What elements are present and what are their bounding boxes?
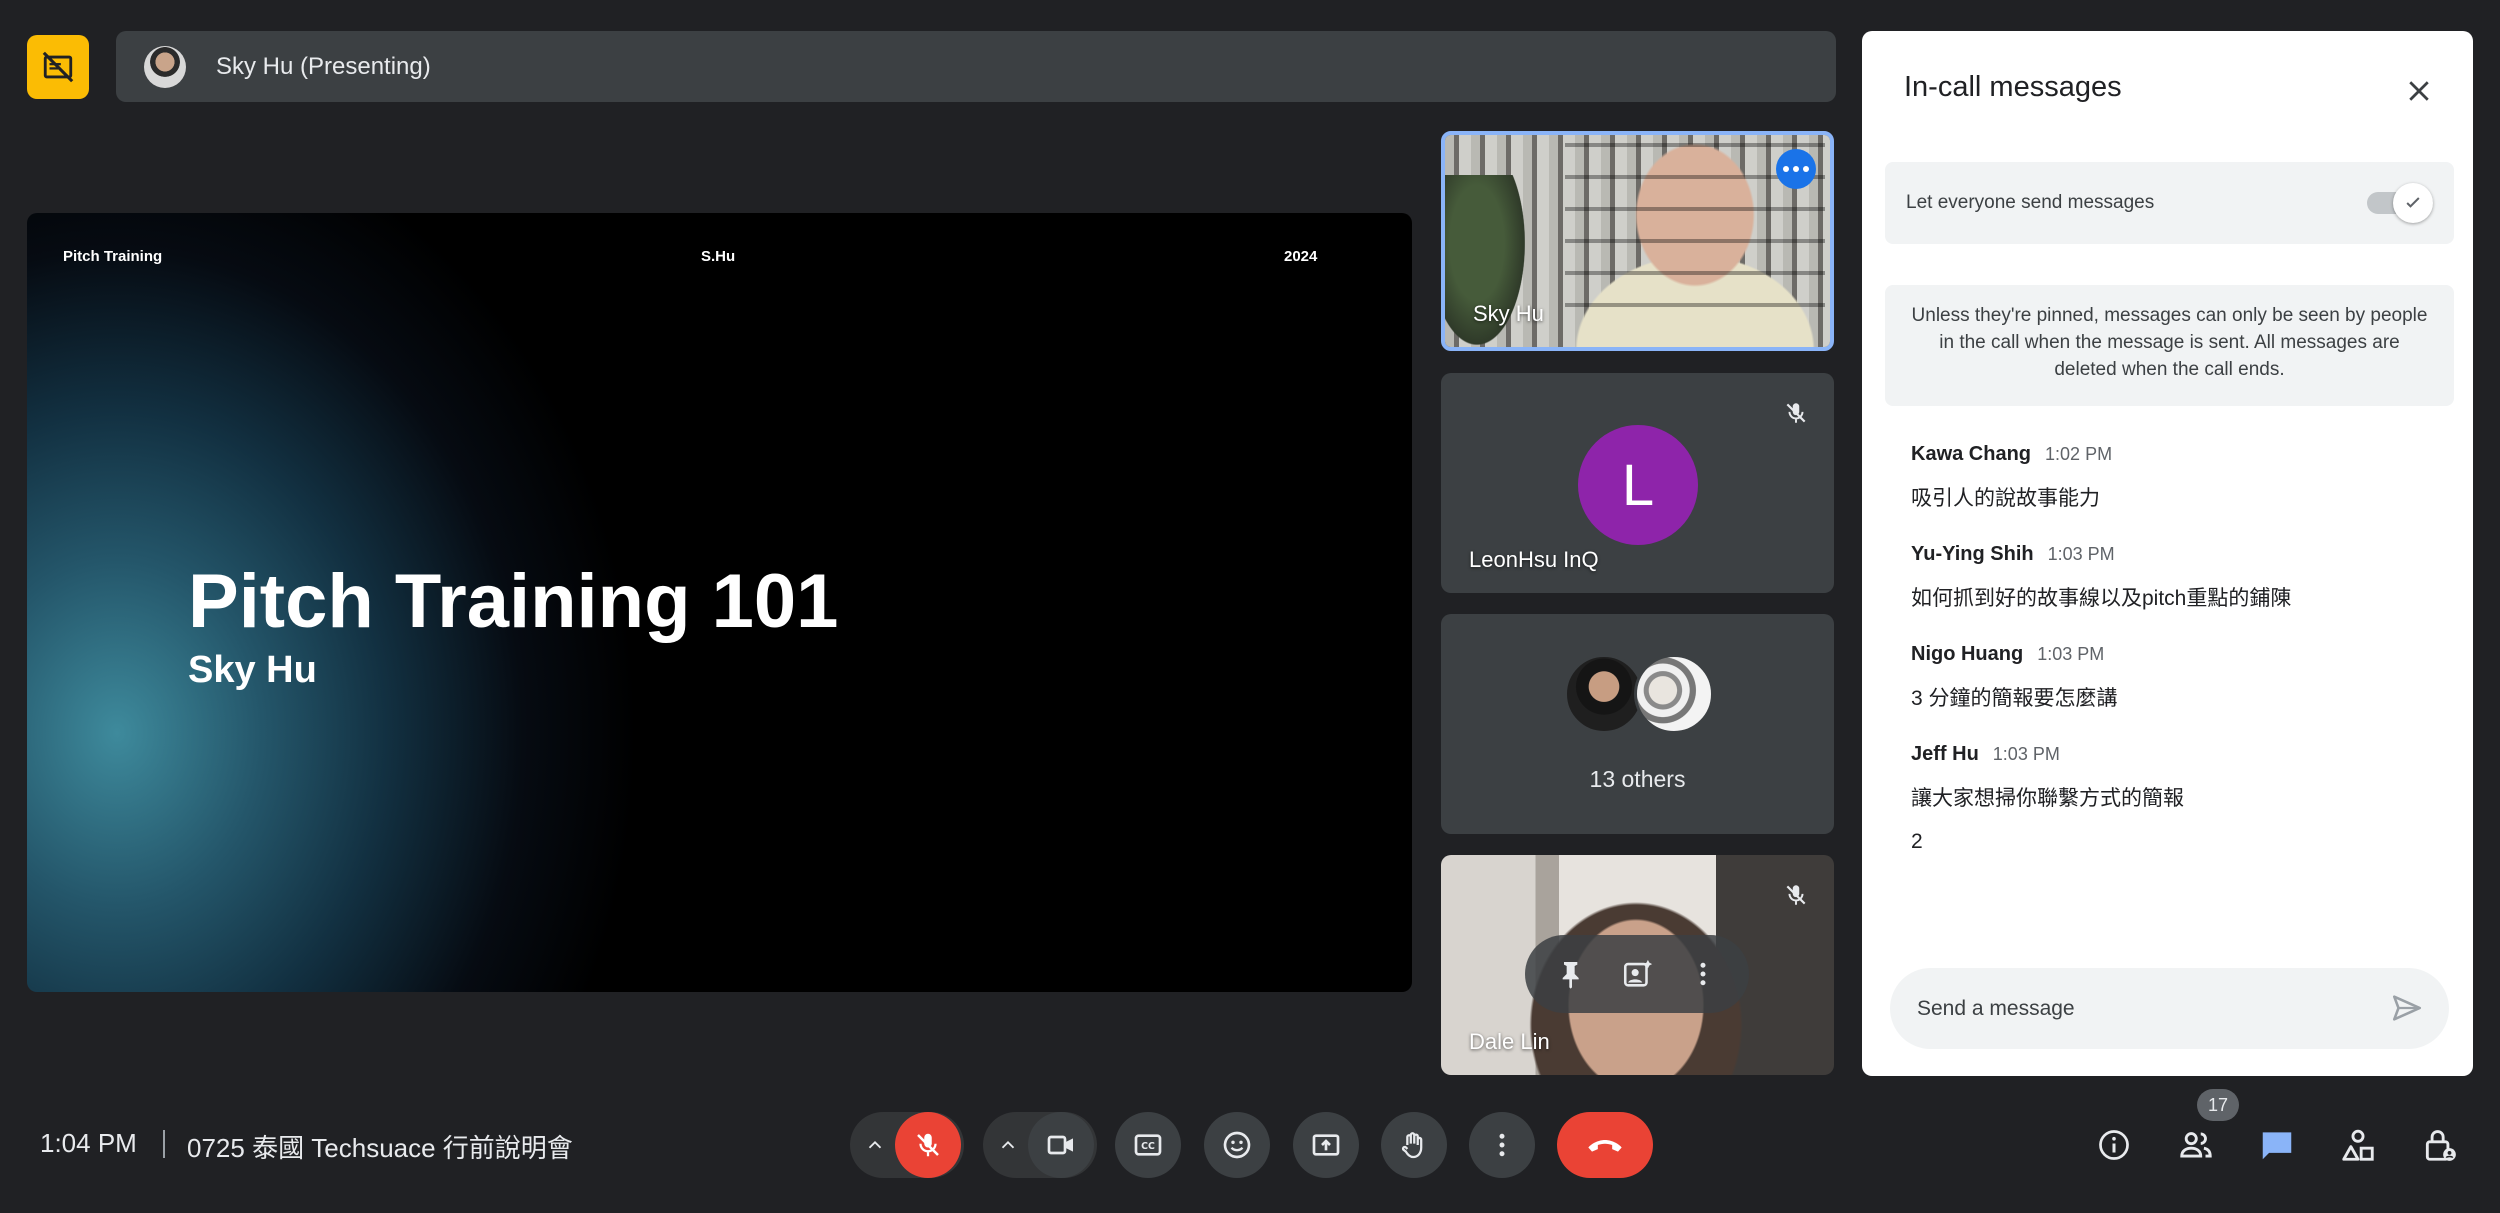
mic-off-icon xyxy=(1778,877,1814,913)
message-sender: Yu-Ying Shih xyxy=(1911,543,2034,565)
others-count-label: 13 others xyxy=(1589,766,1686,792)
chevron-up-icon xyxy=(868,1140,882,1149)
pin-icon[interactable] xyxy=(1556,958,1588,990)
chat-message: Jeff Hu 1:03 PM 讓大家想掃你聯繫方式的簡報 2 xyxy=(1911,743,2431,854)
message-composer xyxy=(1890,968,2449,1049)
participant-name: LeonHsu InQ xyxy=(1469,547,1599,572)
send-button[interactable] xyxy=(2387,988,2427,1028)
send-icon xyxy=(2392,995,2422,1021)
stop-presenting-button[interactable] xyxy=(27,35,89,99)
chat-message: Nigo Huang 1:03 PM 3 分鐘的簡報要怎麼講 xyxy=(1911,643,2431,712)
activities-button[interactable] xyxy=(2330,1117,2386,1173)
raise-hand-icon xyxy=(1401,1132,1423,1159)
chat-notice: Unless they're pinned, messages can only… xyxy=(1885,285,2454,406)
message-text: 如何抓到好的故事線以及pitch重點的鋪陳 xyxy=(1911,587,2292,610)
people-icon xyxy=(2180,1132,2212,1158)
svg-text:CC: CC xyxy=(1141,1141,1155,1152)
slide-title: Pitch Training 101 xyxy=(188,559,839,644)
others-avatars xyxy=(1564,654,1714,734)
end-call-icon xyxy=(1588,1140,1622,1152)
participant-tile-leonhsu[interactable]: L LeonHsu InQ xyxy=(1441,373,1834,593)
camera-options-button[interactable] xyxy=(987,1112,1029,1178)
camera-icon xyxy=(1047,1135,1073,1155)
info-icon xyxy=(2099,1130,2129,1160)
leave-call-button[interactable] xyxy=(1557,1112,1653,1178)
chat-panel: In-call messages Let everyone send messa… xyxy=(1862,31,2473,1076)
more-options-button[interactable] xyxy=(1776,149,1816,189)
slide-header-left: Pitch Training xyxy=(63,248,163,265)
message-text: 2 xyxy=(1911,830,1923,853)
avatar: L xyxy=(1578,425,1698,545)
present-icon xyxy=(1312,1134,1340,1156)
check-icon xyxy=(2406,197,2420,208)
present-stop-icon xyxy=(42,51,74,83)
people-button[interactable] xyxy=(2168,1117,2224,1173)
message-time: 1:03 PM xyxy=(2047,544,2115,564)
slide-header-right: 2024 xyxy=(1284,248,1318,265)
chevron-up-icon xyxy=(1001,1140,1015,1149)
more-options-button[interactable] xyxy=(1469,1112,1535,1178)
close-icon xyxy=(2409,81,2429,101)
toggle-knob xyxy=(2393,183,2433,223)
panel-title: In-call messages xyxy=(1904,71,2122,103)
message-time: 1:03 PM xyxy=(1992,744,2060,764)
participant-tile-sky-hu[interactable]: Sky Hu xyxy=(1441,131,1834,351)
chat-message: Kawa Chang 1:02 PM 吸引人的說故事能力 xyxy=(1911,443,2431,512)
meeting-title: 0725 泰國 Techsuace 行前說明會 xyxy=(187,1133,573,1163)
more-options-icon xyxy=(1783,166,1789,172)
mic-off-icon xyxy=(1778,395,1814,431)
let-everyone-send-toggle[interactable] xyxy=(2367,183,2433,223)
emoji-icon xyxy=(1223,1131,1251,1159)
message-sender: Jeff Hu xyxy=(1911,743,1979,765)
microphone-button[interactable] xyxy=(895,1112,961,1178)
avatar xyxy=(144,45,186,88)
divider xyxy=(163,1130,165,1158)
dot xyxy=(1793,166,1799,172)
host-controls-icon xyxy=(2425,1130,2456,1161)
message-time: 1:02 PM xyxy=(2045,444,2113,464)
close-button[interactable] xyxy=(2395,67,2443,115)
slide-header-center: S.Hu xyxy=(701,248,736,265)
message-text: 3 分鐘的簡報要怎麼講 xyxy=(1911,687,2118,710)
more-options-icon[interactable] xyxy=(1688,959,1718,989)
present-now-button[interactable] xyxy=(1293,1112,1359,1178)
clock: 1:04 PM xyxy=(40,1128,137,1158)
message-text: 讓大家想掃你聯繫方式的簡報 xyxy=(1911,787,2184,810)
participant-tile-dale-lin[interactable]: Dale Lin xyxy=(1441,855,1834,1075)
message-sender: Nigo Huang xyxy=(1911,643,2024,665)
dot xyxy=(1803,166,1809,172)
raise-hand-button[interactable] xyxy=(1381,1112,1447,1178)
mic-off-icon xyxy=(917,1133,939,1157)
captions-icon: CC xyxy=(1134,1134,1162,1156)
presenter-bar: Sky Hu (Presenting) xyxy=(116,31,1836,102)
chat-icon xyxy=(2262,1132,2292,1160)
mic-options-button[interactable] xyxy=(854,1112,896,1178)
avatar xyxy=(1634,654,1714,734)
host-controls-button[interactable] xyxy=(2412,1117,2468,1173)
slide-subtitle: Sky Hu xyxy=(188,649,317,691)
message-time: 1:03 PM xyxy=(2037,644,2105,664)
activities-icon xyxy=(2342,1129,2374,1161)
avatar xyxy=(1564,654,1644,734)
more-options-icon xyxy=(1499,1133,1505,1157)
toggle-label: Let everyone send messages xyxy=(1906,192,2155,213)
participant-name: Dale Lin xyxy=(1469,1029,1550,1054)
participant-tile-others[interactable]: 13 others xyxy=(1441,614,1834,834)
background-effects-icon[interactable] xyxy=(1621,957,1655,991)
chat-message: Yu-Ying Shih 1:03 PM 如何抓到好的故事線以及pitch重點的鋪… xyxy=(1911,543,2431,612)
let-everyone-send-row: Let everyone send messages xyxy=(1885,162,2454,244)
captions-button[interactable]: CC xyxy=(1115,1112,1181,1178)
presenter-label: Sky Hu (Presenting) xyxy=(216,52,431,80)
chat-button[interactable] xyxy=(2249,1117,2305,1173)
message-text: 吸引人的說故事能力 xyxy=(1911,487,2100,510)
participant-name: Sky Hu xyxy=(1473,301,1544,326)
camera-button[interactable] xyxy=(1028,1112,1094,1178)
message-sender: Kawa Chang xyxy=(1911,443,2032,465)
reactions-button[interactable] xyxy=(1204,1112,1270,1178)
shared-screen: Pitch Training S.Hu 2024 Pitch Training … xyxy=(27,213,1412,992)
meeting-details-button[interactable] xyxy=(2086,1117,2142,1173)
message-input[interactable] xyxy=(1917,996,2357,1021)
tile-hover-toolbar xyxy=(1525,935,1749,1013)
